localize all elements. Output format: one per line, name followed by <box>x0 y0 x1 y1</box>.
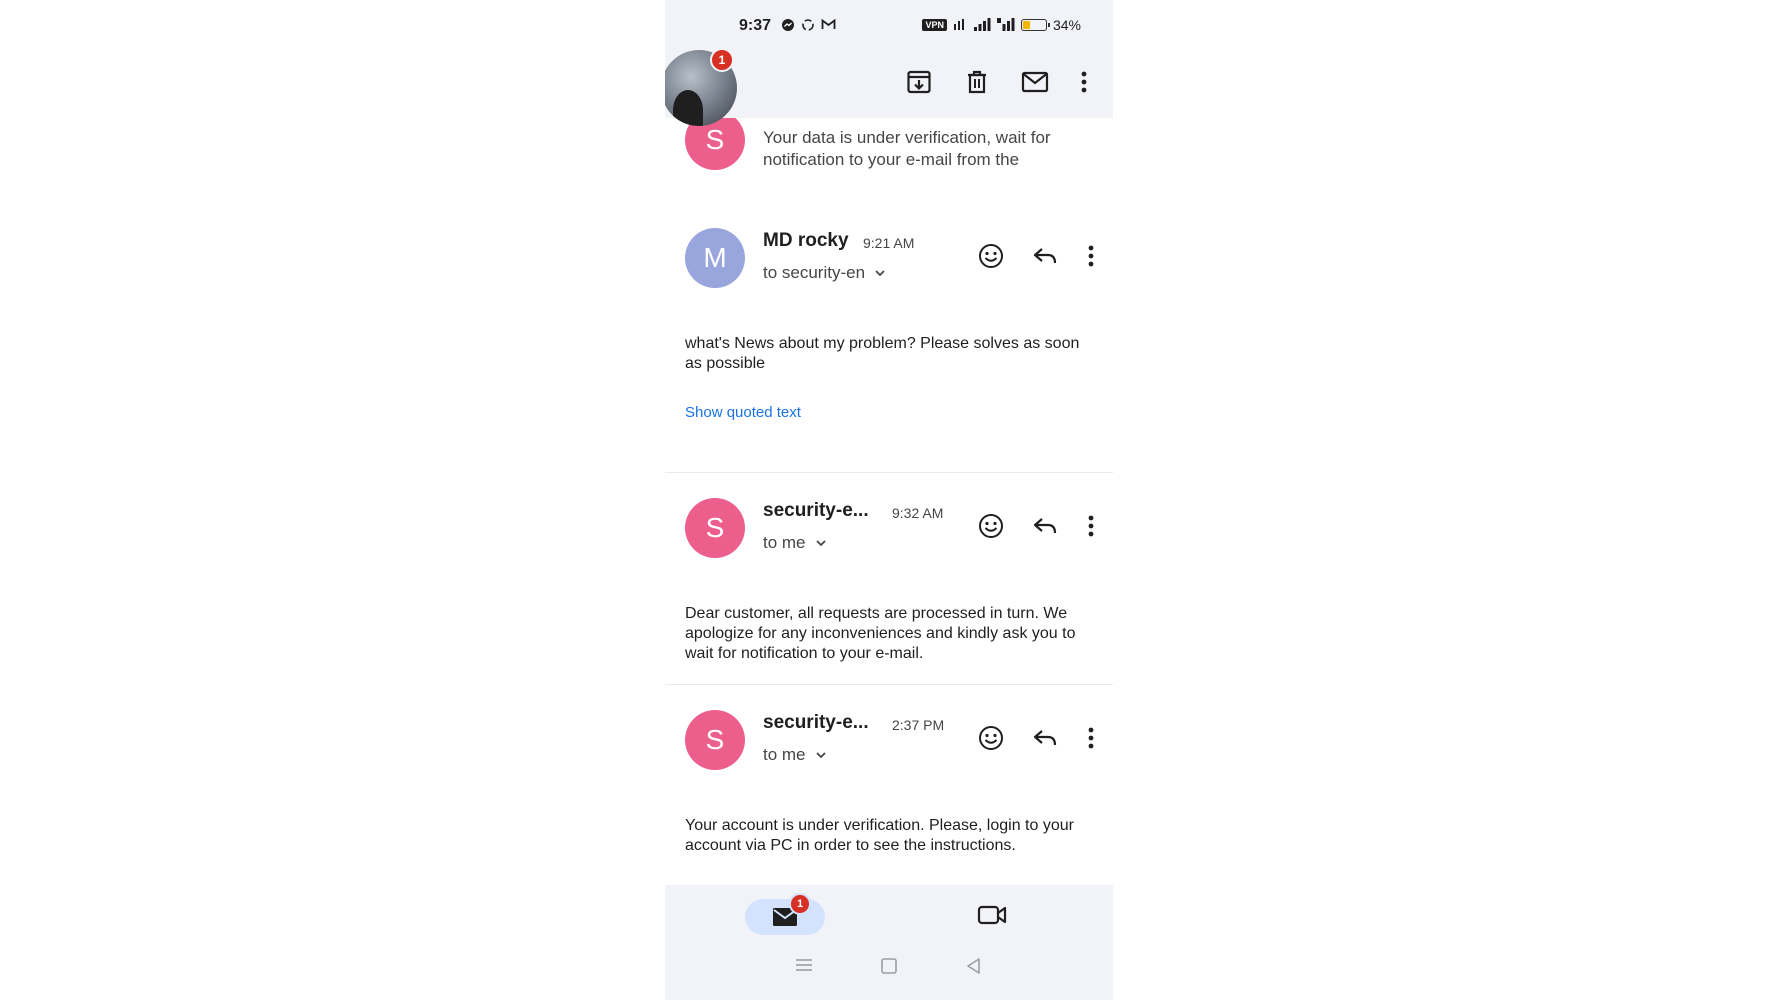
nav-mail-tab[interactable]: 1 <box>745 893 825 935</box>
message-more-button[interactable] <box>1083 510 1099 542</box>
battery-icon <box>1020 19 1050 31</box>
notification-badge: 1 <box>710 48 734 72</box>
recipient-toggle[interactable]: to me <box>763 745 828 765</box>
reply-icon <box>1033 730 1057 746</box>
sender-name: security-e... <box>763 712 869 733</box>
sender-name: security-e... <box>763 500 869 521</box>
mail-badge: 1 <box>789 893 811 915</box>
nav-meet-tab[interactable] <box>977 903 1007 932</box>
message-item: S security-e... 9:32 AM to me Dear custo… <box>665 498 1113 678</box>
recipient-toggle[interactable]: to me <box>763 533 828 553</box>
more-vert-icon <box>1088 727 1094 749</box>
menu-icon[interactable] <box>795 957 813 973</box>
vpn-badge: VPN <box>922 19 947 31</box>
archive-icon <box>907 70 931 94</box>
volte-icon <box>953 19 964 30</box>
reply-button[interactable] <box>1029 510 1061 542</box>
show-quoted-text-link[interactable]: Show quoted text <box>685 404 801 421</box>
emoji-icon <box>979 244 1003 268</box>
message-more-button[interactable] <box>1083 722 1099 754</box>
status-time: 9:37 <box>739 17 772 34</box>
mark-unread-icon <box>1021 71 1049 93</box>
more-vert-icon <box>1088 515 1094 537</box>
add-reaction-button[interactable] <box>975 510 1007 542</box>
sender-avatar[interactable]: M <box>685 228 745 288</box>
sender-name: MD rocky <box>763 230 849 251</box>
reply-icon <box>1033 248 1057 264</box>
mark-unread-button[interactable] <box>1019 66 1051 98</box>
message-item: M MD rocky 9:21 AM to security-en what's… <box>665 228 1113 468</box>
more-vert-icon <box>1088 245 1094 267</box>
message-snippet: Your data is under verification, wait fo… <box>763 128 1051 169</box>
battery-percent: 34% <box>1052 17 1081 33</box>
emoji-icon <box>979 726 1003 750</box>
overflow-menu-button[interactable] <box>1077 66 1091 98</box>
message-time: 9:32 AM <box>892 505 944 521</box>
chevron-down-icon <box>875 270 885 277</box>
more-vert-icon <box>1081 71 1087 93</box>
archive-button[interactable] <box>903 66 935 98</box>
battery-level <box>1022 21 1030 29</box>
reply-icon <box>1033 518 1057 534</box>
message-time: 2:37 PM <box>892 717 945 733</box>
back-icon[interactable] <box>965 957 983 975</box>
message-item: S security-e... 2:37 PM to me Your accou… <box>665 710 1113 870</box>
sender-avatar[interactable]: S <box>685 498 745 558</box>
divider <box>665 472 1113 473</box>
chevron-down-icon <box>815 752 826 759</box>
sender-avatar[interactable]: S <box>685 710 745 770</box>
signal-icon <box>973 18 991 31</box>
message-body: what's News about my problem? Please sol… <box>685 335 1080 372</box>
gmail-icon <box>821 18 836 29</box>
home-icon[interactable] <box>880 957 898 975</box>
bottom-navigation: 1 <box>665 885 1113 1000</box>
system-navigation <box>665 957 1113 975</box>
add-reaction-button[interactable] <box>975 722 1007 754</box>
message-more-button[interactable] <box>1083 240 1099 272</box>
message-body: Your account is under verification. Plea… <box>685 817 1074 854</box>
delete-icon <box>968 70 986 94</box>
phone-screen: S Your data is under verification, wait … <box>665 0 1113 1000</box>
delete-button[interactable] <box>961 66 993 98</box>
add-reaction-button[interactable] <box>975 240 1007 272</box>
sync-icon <box>802 19 814 31</box>
recipient-toggle[interactable]: to security-en <box>763 263 887 283</box>
reply-button[interactable] <box>1029 240 1061 272</box>
reply-button[interactable] <box>1029 722 1061 754</box>
messenger-icon <box>782 19 794 31</box>
video-camera-icon <box>977 905 1007 925</box>
emoji-icon <box>979 514 1003 538</box>
avatar-photo <box>673 90 703 126</box>
divider <box>665 684 1113 685</box>
status-bar: 9:37 VPN 34% <box>665 14 1113 38</box>
message-time: 9:21 AM <box>863 235 915 251</box>
signal-4g-icon <box>996 18 1015 31</box>
message-body: Dear customer, all requests are processe… <box>685 605 1076 662</box>
chevron-down-icon <box>815 540 826 547</box>
